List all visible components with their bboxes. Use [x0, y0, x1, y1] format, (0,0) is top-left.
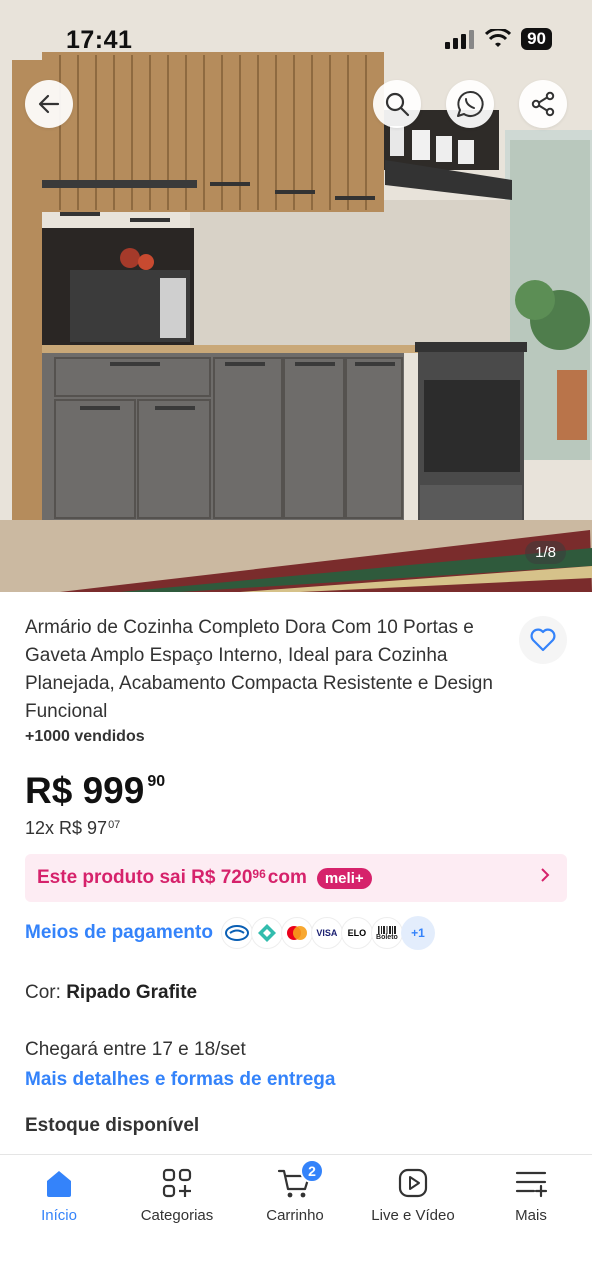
nav-item-inicio[interactable]: Início — [0, 1167, 118, 1224]
home-icon — [47, 1171, 71, 1197]
share-button[interactable] — [519, 80, 567, 128]
elo-icon: ELO — [340, 917, 373, 949]
nav-item-categorias[interactable]: Categorias — [118, 1167, 236, 1224]
whatsapp-icon — [457, 90, 484, 117]
visa-icon: VISA — [310, 917, 343, 949]
menu-icon — [515, 1171, 548, 1198]
mercadopago-icon — [220, 917, 253, 949]
payment-methods-link[interactable]: Meios de pagamento — [25, 922, 213, 944]
delivery-estimate: Chegará entre 17 e 18/set — [25, 1039, 246, 1060]
meli-offer-suffix: com — [267, 867, 307, 888]
price-cents: 90 — [147, 773, 166, 790]
battery-indicator: 90 — [521, 28, 552, 50]
status-bar: 17:41 90 — [0, 0, 592, 80]
nav-label-categorias: Categorias — [140, 1207, 214, 1224]
status-time: 17:41 — [66, 26, 133, 54]
stock-status: Estoque disponível — [25, 1115, 200, 1136]
boleto-icon: Boleto — [370, 917, 403, 949]
boleto-label: Boleto — [376, 933, 398, 941]
nav-label-live-video: Live e Vídeo — [371, 1207, 455, 1224]
nav-item-carrinho[interactable]: 2 Carrinho — [236, 1159, 354, 1224]
wifi-icon — [485, 29, 512, 47]
meli-offer-main: Este produto sai R$ 720 — [37, 867, 253, 888]
arrow-left-icon — [38, 94, 60, 114]
meli-plus-badge: meli+ — [316, 867, 372, 889]
installments-main: 12x R$ 97 — [25, 818, 108, 838]
installments-cents: 07 — [108, 819, 121, 831]
whatsapp-share-button[interactable] — [446, 80, 494, 128]
product-title: Armário de Cozinha Completo Dora Com 10 … — [25, 617, 493, 722]
nav-label-inicio: Início — [41, 1207, 77, 1224]
price: R$ 999 90 — [25, 770, 165, 812]
color-label: Cor: — [25, 982, 61, 1003]
payment-methods[interactable]: Meios de pagamento VISA ELO Boleto +1 — [25, 915, 435, 951]
nav-label-mais: Mais — [515, 1207, 547, 1224]
heart-icon — [530, 628, 556, 652]
delivery-details-link[interactable]: Mais detalhes e formas de entrega — [25, 1069, 335, 1091]
categories-icon — [162, 1168, 192, 1198]
meli-plus-offer[interactable]: Este produto sai R$ 720 96 com meli+ — [25, 854, 567, 902]
share-icon — [531, 91, 555, 117]
chevron-right-icon — [539, 867, 551, 888]
gallery-counter: 1/8 — [525, 541, 566, 564]
payment-more-badge[interactable]: +1 — [400, 916, 435, 950]
search-icon — [385, 92, 410, 117]
back-button[interactable] — [25, 80, 73, 128]
product-image-gallery[interactable]: 17:41 90 1/8 — [0, 0, 592, 592]
cart-count-badge: 2 — [300, 1159, 324, 1183]
bottom-navigation: Início Categorias 2 Carrinho Live e Víde… — [0, 1154, 592, 1280]
color-variant[interactable]: Cor: Ripado Grafite — [25, 982, 197, 1004]
price-main: R$ 999 — [25, 770, 145, 811]
favorite-button[interactable] — [519, 616, 567, 664]
color-value: Ripado Grafite — [66, 982, 198, 1003]
nav-label-carrinho: Carrinho — [266, 1207, 324, 1224]
nav-item-live-video[interactable]: Live e Vídeo — [354, 1167, 472, 1224]
search-button[interactable] — [373, 80, 421, 128]
mastercard-icon — [280, 917, 313, 949]
status-icons: 90 — [445, 28, 552, 50]
pix-icon — [250, 917, 283, 949]
signal-icon — [445, 30, 475, 49]
meli-offer-cents: 96 — [252, 867, 266, 881]
play-icon — [398, 1168, 428, 1198]
installments: 12x R$ 97 07 — [25, 818, 120, 839]
meli-offer-text: Este produto sai R$ 720 96 com — [37, 867, 307, 889]
product-photo — [0, 0, 592, 592]
sold-count: +1000 vendidos — [25, 728, 145, 745]
nav-item-mais[interactable]: Mais — [472, 1167, 590, 1224]
